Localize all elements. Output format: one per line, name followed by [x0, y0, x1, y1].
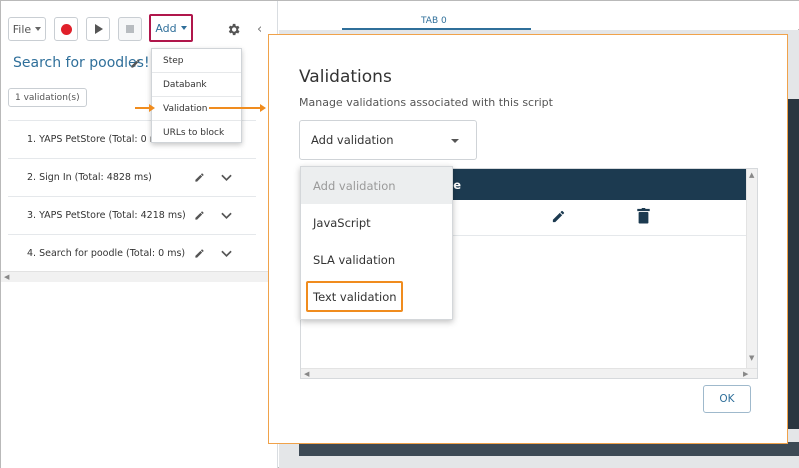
add-button[interactable]: Add	[149, 14, 193, 42]
chevron-down-icon[interactable]	[221, 212, 232, 220]
scroll-left-icon[interactable]: ◀	[4, 274, 9, 281]
transaction-label: 4. Search for poodle (Total: 0 ms)	[27, 248, 186, 259]
stop-button[interactable]	[118, 17, 142, 41]
play-button[interactable]	[86, 17, 110, 41]
dialog-title: Validations	[299, 67, 392, 87]
edit-title-icon[interactable]	[130, 58, 141, 69]
chevron-down-icon[interactable]	[221, 174, 232, 182]
transaction-label: 1. YAPS PetStore (Total: 0 m	[27, 134, 159, 145]
option-add-validation[interactable]: Add validation	[301, 167, 452, 204]
add-validation-select[interactable]: Add validation	[299, 120, 477, 160]
transaction-row[interactable]: 2. Sign In (Total: 4828 ms)	[8, 158, 256, 196]
arrow-right-icon	[149, 104, 155, 112]
gear-icon[interactable]	[226, 22, 241, 37]
transaction-row[interactable]: 4. Search for poodle (Total: 0 ms)	[8, 234, 256, 272]
file-menu-button[interactable]: File	[8, 17, 46, 41]
tab-strip	[279, 1, 799, 29]
background-panel	[787, 99, 799, 429]
transaction-row[interactable]: 3. YAPS PetStore (Total: 4218 ms)	[8, 196, 256, 234]
stop-icon	[126, 25, 134, 33]
vertical-scrollbar[interactable]: ▲ ▼	[746, 169, 757, 368]
add-menu-item-urls-to-block[interactable]: URLs to block	[152, 121, 241, 145]
validation-type-dropdown: Add validation JavaScript SLA validation…	[300, 166, 453, 320]
text-validation-highlight	[306, 281, 403, 312]
scroll-right-icon[interactable]: ▶	[743, 371, 748, 378]
add-button-label: Add	[155, 21, 177, 35]
scroll-down-icon[interactable]: ▼	[749, 355, 754, 362]
callout-arrow	[209, 107, 261, 109]
arrow-right-icon	[260, 104, 266, 112]
add-menu-item-databank[interactable]: Databank	[152, 73, 241, 97]
add-menu-item-step[interactable]: Step	[152, 49, 241, 73]
dialog-subtitle: Manage validations associated with this …	[299, 96, 553, 109]
collapse-panel-icon[interactable]: ‹	[257, 23, 262, 36]
add-menu-item-validation[interactable]: Validation	[152, 97, 241, 121]
caret-down-icon	[35, 27, 42, 31]
horizontal-scrollbar[interactable]: ◀ ▶	[1, 271, 278, 282]
caret-down-icon	[451, 139, 459, 143]
record-button[interactable]	[54, 17, 78, 41]
horizontal-scrollbar[interactable]: ◀ ▶	[301, 368, 757, 378]
option-javascript[interactable]: JavaScript	[301, 204, 452, 241]
option-sla-validation[interactable]: SLA validation	[301, 241, 452, 278]
ok-button[interactable]: OK	[703, 385, 751, 413]
scroll-left-icon[interactable]: ◀	[304, 371, 309, 378]
edit-transaction-icon[interactable]	[194, 248, 205, 259]
caret-down-icon	[180, 26, 187, 30]
edit-validation-icon[interactable]	[551, 209, 566, 224]
add-dropdown-menu: Step Databank Validation URLs to block	[151, 48, 242, 143]
edit-transaction-icon[interactable]	[194, 210, 205, 221]
transaction-label: 3. YAPS PetStore (Total: 4218 ms)	[27, 210, 186, 221]
scroll-up-icon[interactable]: ▲	[749, 172, 754, 179]
edit-transaction-icon[interactable]	[194, 172, 205, 183]
background-footer-strip	[299, 442, 799, 456]
record-icon	[60, 23, 72, 35]
callout-arrow	[135, 107, 150, 109]
transaction-label: 2. Sign In (Total: 4828 ms)	[27, 172, 152, 183]
play-icon	[95, 24, 103, 34]
add-validation-select-value: Add validation	[311, 133, 394, 147]
tab-0[interactable]: TAB 0	[421, 16, 447, 26]
trash-icon[interactable]	[637, 208, 650, 224]
validation-count-badge[interactable]: 1 validation(s)	[8, 88, 87, 107]
chevron-down-icon[interactable]	[221, 250, 232, 258]
file-menu-label: File	[12, 22, 32, 36]
